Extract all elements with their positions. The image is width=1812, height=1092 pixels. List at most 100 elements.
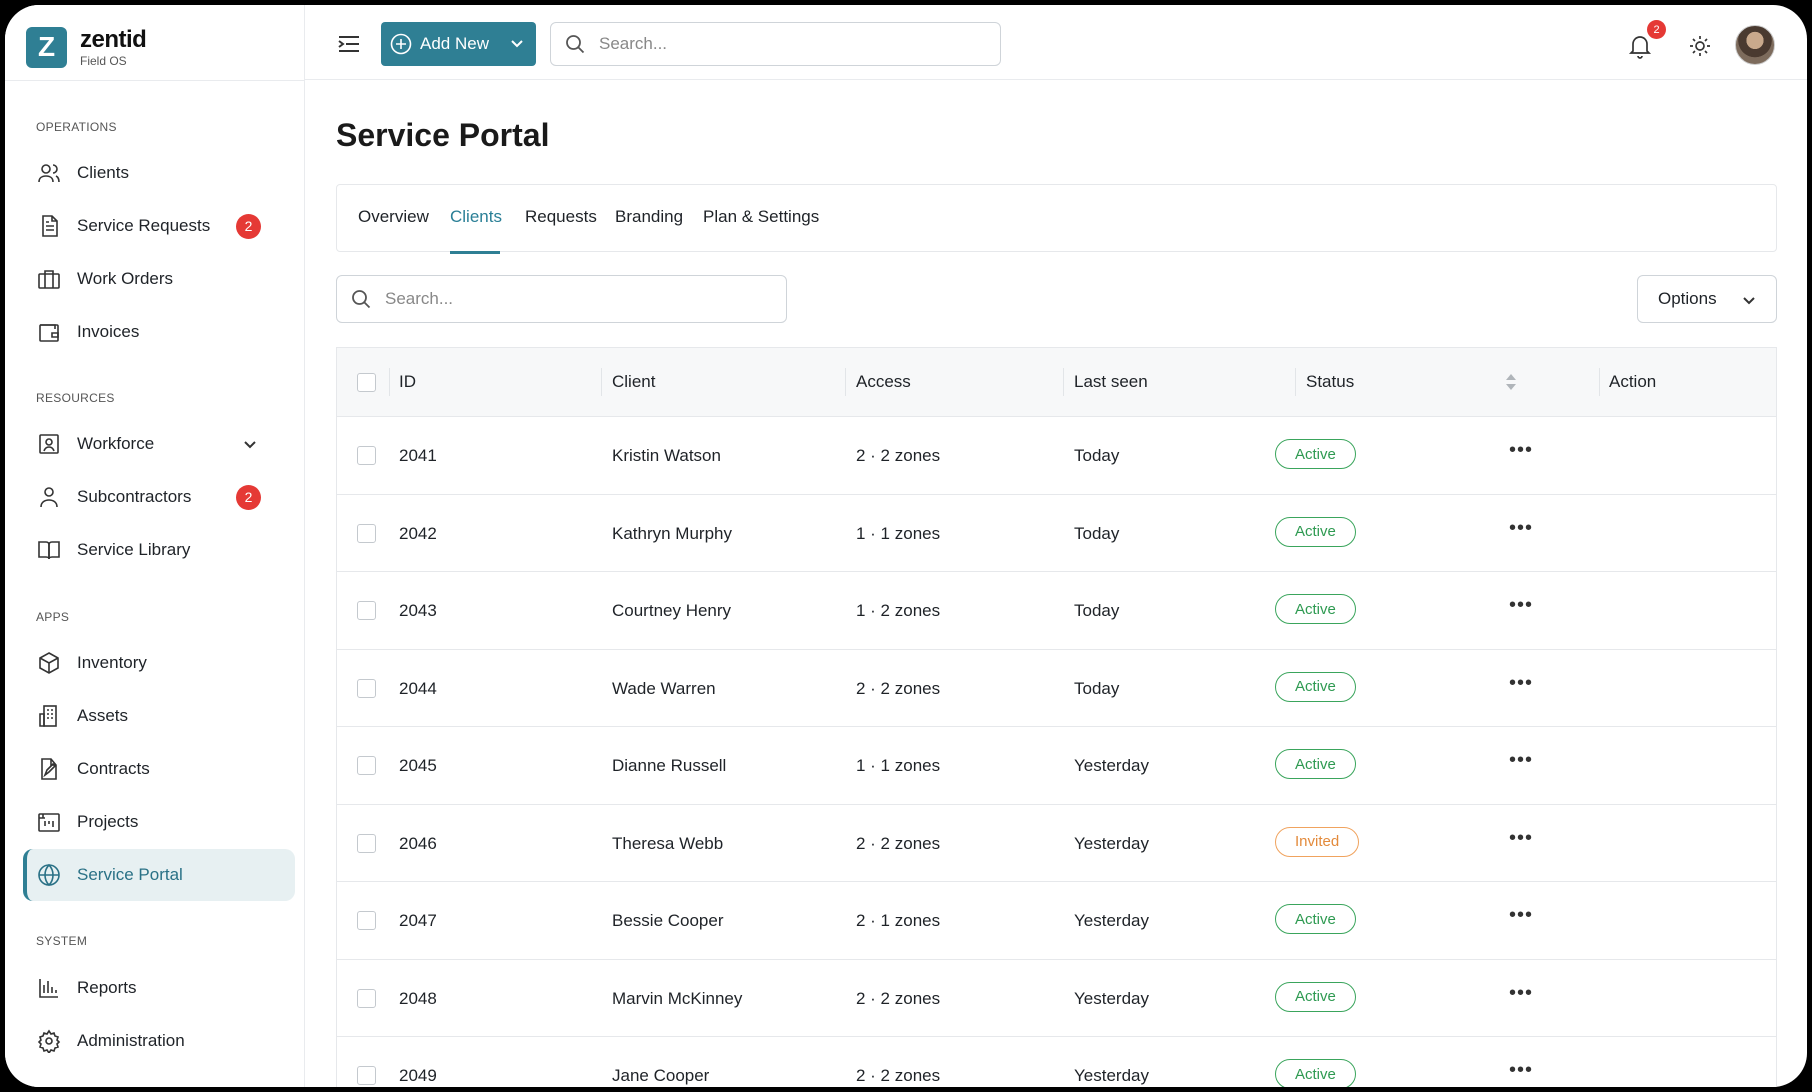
more-actions-icon[interactable]: ••• (1509, 982, 1533, 1004)
sidebar-item-service-requests[interactable]: Service Requests 2 (23, 200, 295, 252)
cell-client: Kathryn Murphy (612, 523, 732, 543)
column-header-access[interactable]: Access (856, 372, 911, 392)
users-icon (37, 161, 61, 185)
sidebar-item-service-portal[interactable]: Service Portal (23, 849, 295, 901)
chevron-down-icon[interactable] (243, 437, 257, 451)
table-row[interactable]: 2045 Dianne Russell 1 · 1 zones Yesterday Ac… (337, 727, 1776, 805)
add-new-button[interactable]: Add New (381, 22, 536, 66)
section-label-operations: OPERATIONS (36, 120, 117, 134)
row-checkbox[interactable] (357, 1066, 376, 1085)
sidebar-item-subcontractors[interactable]: Subcontractors 2 (23, 471, 295, 523)
sidebar-item-clients[interactable]: Clients (23, 147, 295, 199)
cell-last-seen: Today (1074, 601, 1120, 620)
status-badge: Active (1275, 904, 1356, 934)
table-row[interactable]: 2044 Wade Warren 2 · 2 zones Today Active ••• (337, 649, 1776, 727)
table-row[interactable]: 2049 Jane Cooper 2 · 2 zones Yesterday Activ… (337, 1037, 1776, 1087)
sidebar-item-contracts[interactable]: Contracts (23, 743, 295, 795)
book-icon (37, 538, 61, 562)
status-badge: Active (1275, 1059, 1356, 1087)
cell-client: Kristin Watson (612, 446, 721, 465)
plus-circle-icon (390, 33, 412, 55)
sidebar-divider (5, 80, 305, 81)
sidebar-item-label: Subcontractors (77, 487, 192, 506)
sun-icon[interactable] (1689, 35, 1711, 57)
brand-name: zentid (80, 25, 147, 53)
tab-requests[interactable]: Requests (525, 207, 597, 227)
sidebar-item-label: Service Requests (77, 216, 211, 235)
brand[interactable]: Z zentid Field OS (26, 25, 147, 68)
column-header-last-seen[interactable]: Last seen (1074, 372, 1148, 392)
menu-collapse-icon[interactable] (338, 35, 360, 53)
sidebar-item-label: Workforce (77, 434, 155, 453)
section-label-resources: RESOURCES (36, 391, 115, 405)
sidebar-item-label: Invoices (77, 322, 140, 341)
cell-access: 2 · 2 zones (856, 988, 941, 1008)
sidebar-item-work-orders[interactable]: Work Orders (23, 253, 295, 305)
cell-id: 2045 (399, 756, 437, 775)
cell-access: 1 · 1 zones (856, 523, 941, 543)
row-checkbox[interactable] (357, 756, 376, 775)
column-header-client[interactable]: Client (612, 372, 655, 392)
sidebar-item-assets[interactable]: Assets (23, 690, 295, 742)
clients-table: ID Client Access Last seen Status Action… (336, 347, 1777, 1087)
section-label-apps: APPS (36, 610, 70, 624)
sort-icon[interactable] (1505, 373, 1517, 391)
tab-plan-settings[interactable]: Plan & Settings (703, 207, 819, 227)
global-search-input[interactable]: Search... (550, 22, 1001, 66)
row-checkbox[interactable] (357, 446, 376, 465)
table-row[interactable]: 2041 Kristin Watson 2 · 2 zones Today Active… (337, 417, 1776, 495)
cell-access: 2 · 1 zones (856, 911, 941, 930)
sidebar-item-inventory[interactable]: Inventory (23, 637, 295, 689)
more-actions-icon[interactable]: ••• (1509, 439, 1533, 461)
table-row[interactable]: 2042 Kathryn Murphy 1 · 1 zones Today Active… (337, 494, 1776, 572)
more-actions-icon[interactable]: ••• (1509, 904, 1533, 926)
row-checkbox[interactable] (357, 601, 376, 620)
sidebar-item-service-library[interactable]: Service Library (23, 524, 295, 576)
column-divider (601, 368, 602, 396)
row-checkbox[interactable] (357, 988, 376, 1008)
building-icon (37, 704, 61, 728)
more-actions-icon[interactable]: ••• (1509, 672, 1533, 694)
avatar[interactable] (1735, 25, 1775, 65)
row-checkbox[interactable] (357, 911, 376, 930)
chevron-down-icon (510, 36, 524, 50)
sidebar-item-label: Service Library (77, 540, 191, 559)
table-row[interactable]: 2048 Marvin McKinney 2 · 2 zones Yesterday A… (337, 959, 1776, 1037)
cell-client: Wade Warren (612, 678, 716, 698)
column-header-status[interactable]: Status (1306, 372, 1354, 392)
more-actions-icon[interactable]: ••• (1509, 1059, 1533, 1081)
more-actions-icon[interactable]: ••• (1509, 827, 1533, 849)
row-checkbox[interactable] (357, 833, 376, 853)
column-header-id[interactable]: ID (399, 372, 416, 392)
table-row[interactable]: 2047 Bessie Cooper 2 · 1 zones Yesterday Act… (337, 882, 1776, 960)
bell-icon[interactable] (1628, 33, 1652, 59)
column-divider (845, 368, 846, 396)
more-actions-icon[interactable]: ••• (1509, 594, 1533, 616)
options-button[interactable]: Options (1637, 275, 1777, 323)
column-header-action: Action (1609, 372, 1657, 391)
section-label-system: SYSTEM (36, 934, 88, 948)
select-all-checkbox[interactable] (357, 373, 376, 392)
sidebar-item-label: Projects (77, 812, 139, 831)
sidebar: Z zentid Field OS OPERATIONS Clients Ser… (5, 5, 305, 1087)
sidebar-item-invoices[interactable]: Invoices (23, 306, 295, 358)
tab-branding[interactable]: Branding (615, 207, 683, 227)
tab-overview[interactable]: Overview (358, 207, 429, 227)
row-checkbox[interactable] (357, 523, 376, 543)
tab-clients[interactable]: Clients (450, 207, 502, 227)
cell-access: 2 · 2 zones (856, 446, 941, 465)
table-row[interactable]: 2043 Courtney Henry 1 · 2 zones Today Active… (337, 572, 1776, 650)
sidebar-item-reports[interactable]: Reports (23, 962, 295, 1014)
clients-search-input[interactable]: Search... (336, 275, 787, 323)
box-icon (37, 651, 61, 675)
sidebar-item-projects[interactable]: Projects (23, 796, 295, 848)
cell-id: 2042 (399, 523, 437, 543)
sidebar-item-administration[interactable]: Administration (23, 1015, 295, 1067)
more-actions-icon[interactable]: ••• (1509, 749, 1533, 771)
sidebar-item-label: Service Portal (77, 865, 183, 884)
cell-client: Dianne Russell (612, 756, 727, 775)
table-row[interactable]: 2046 Theresa Webb 2 · 2 zones Yesterday Invi… (337, 804, 1776, 882)
sidebar-item-workforce[interactable]: Workforce (23, 418, 295, 470)
more-actions-icon[interactable]: ••• (1509, 517, 1533, 539)
row-checkbox[interactable] (357, 678, 376, 698)
